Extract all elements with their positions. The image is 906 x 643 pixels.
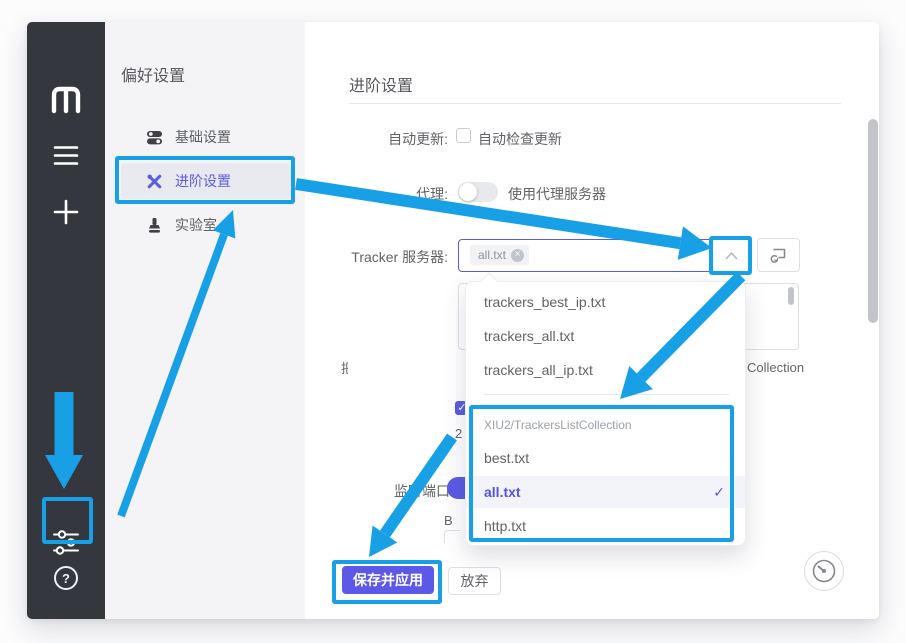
tracker-source-select[interactable]: all.txt × [458, 239, 751, 272]
dropdown-item[interactable]: http.txt [466, 510, 745, 542]
toggles-icon [146, 129, 163, 146]
motrix-logo [27, 84, 105, 114]
help-text-fragment-2: 〈 [341, 372, 348, 391]
sync-tracker-icon [769, 247, 788, 264]
textarea-scrollbar-thumb[interactable] [788, 287, 794, 305]
help-question-glyph: ? [54, 566, 78, 590]
title-divider [349, 103, 841, 104]
proxy-option-label: 使用代理服务器 [508, 184, 606, 204]
tracker-tag-text: all.txt [478, 248, 506, 262]
dropdown-item[interactable]: trackers_best_ip.txt [466, 285, 745, 319]
speed-gauge-icon [811, 558, 837, 584]
nav-item-basic-settings[interactable]: 基础设置 [121, 119, 291, 155]
sync-tracker-button[interactable] [757, 238, 800, 272]
screenshot-root: ? 偏好设置 基础设置 进阶设置 [0, 0, 906, 643]
proxy-switch[interactable] [458, 182, 498, 202]
tracker-source-dropdown: trackers_best_ip.txt trackers_all.txt tr… [465, 281, 746, 546]
auto-update-label: 自动更新: [305, 129, 448, 149]
dropdown-item-selected[interactable]: all.txt ✓ [466, 476, 745, 508]
chevron-up-icon[interactable] [725, 251, 738, 260]
listen-port-label: 监听端口 [305, 481, 450, 501]
nav-item-label: 进阶设置 [175, 171, 231, 191]
preferences-nav: 偏好设置 基础设置 进阶设置 [105, 22, 305, 619]
speed-limit-button[interactable] [804, 551, 844, 591]
motrix-logo-icon [49, 84, 83, 114]
add-task-icon[interactable] [27, 199, 105, 225]
proxy-label: 代理: [305, 184, 448, 204]
page-title: 进阶设置 [349, 72, 413, 96]
preferences-icon[interactable] [27, 530, 105, 555]
nav-item-label: 基础设置 [175, 127, 231, 147]
app-window: ? 偏好设置 基础设置 进阶设置 [27, 22, 879, 619]
save-apply-button[interactable]: 保存并应用 [342, 566, 434, 594]
help-text-collection: Collection [747, 360, 817, 375]
task-list-icon[interactable] [27, 145, 105, 166]
discard-button[interactable]: 放弃 [448, 567, 501, 595]
dropdown-group-label: XIU2/TrackersListCollection [484, 418, 632, 432]
nav-item-lab[interactable]: 实验室 [121, 207, 291, 243]
lab-stamp-icon [146, 217, 163, 234]
auto-update-checkbox[interactable] [456, 128, 471, 143]
dropdown-divider [484, 394, 729, 395]
nav-item-advanced-settings[interactable]: 进阶设置 [121, 163, 291, 199]
auto-update-option-label: 自动检查更新 [478, 129, 562, 149]
dropdown-item[interactable]: best.txt [466, 442, 745, 474]
dropdown-item-label: all.txt [484, 484, 521, 500]
dropdown-item[interactable]: trackers_all_ip.txt [466, 353, 745, 387]
tracker-label: Tracker 服务器: [305, 247, 448, 267]
nav-title: 偏好设置 [121, 62, 185, 86]
tag-close-icon[interactable]: × [511, 249, 524, 262]
tracker-tag: all.txt × [470, 245, 529, 265]
app-sidebar: ? [27, 22, 105, 619]
help-icon[interactable]: ? [27, 566, 105, 590]
switch-knob [459, 183, 477, 201]
check-icon: ✓ [713, 476, 725, 508]
main-scrollbar-thumb[interactable] [868, 119, 878, 323]
nav-item-label: 实验室 [175, 215, 217, 235]
hidden-input-corner [444, 530, 460, 543]
advanced-settings-panel: 进阶设置 自动更新: 自动检查更新 代理: 使用代理服务器 Tracker 服务… [305, 22, 879, 619]
row-start-fragment: B [444, 513, 453, 528]
dropdown-item[interactable]: trackers_all.txt [466, 319, 745, 353]
tools-icon [146, 173, 163, 190]
